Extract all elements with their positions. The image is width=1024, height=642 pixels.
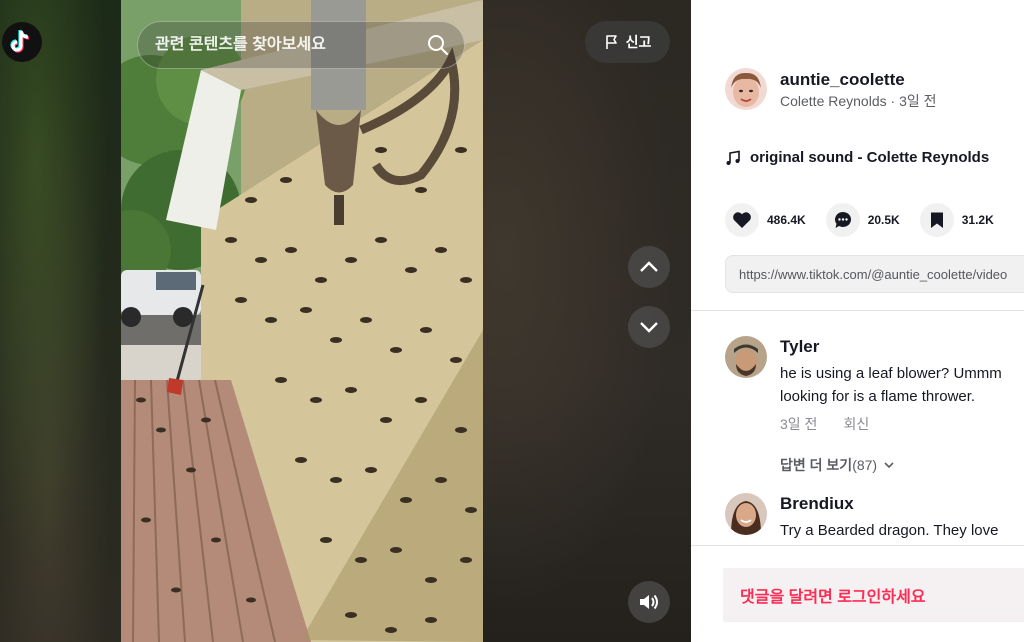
video-player[interactable] <box>121 0 483 642</box>
video-link-field[interactable]: https://www.tiktok.com/@auntie_coolette/… <box>725 255 1024 293</box>
bookmark-button[interactable] <box>919 203 954 237</box>
commenter-avatar[interactable] <box>725 493 767 535</box>
like-button[interactable] <box>725 203 759 237</box>
chevron-down-icon <box>640 322 658 333</box>
previous-video-button[interactable] <box>628 246 670 288</box>
comment-time: 3일 전 <box>780 416 818 432</box>
reply-button[interactable]: 회신 <box>843 414 869 434</box>
tiktok-logo[interactable] <box>2 22 42 62</box>
author-username[interactable]: auntie_coolette <box>780 69 937 91</box>
volume-icon <box>640 594 658 610</box>
music-note-icon <box>726 150 740 165</box>
post-time: 3일 전 <box>899 92 937 109</box>
tiktok-logo-icon <box>10 29 30 53</box>
video-frame <box>121 0 483 642</box>
commenter-avatar[interactable] <box>725 336 767 378</box>
author-info: auntie_coolette Colette Reynolds · 3일 전 <box>725 68 937 110</box>
comment-button[interactable] <box>825 203 860 237</box>
like-count: 486.4K <box>767 213 806 227</box>
chevron-up-icon <box>640 261 658 272</box>
author-subline: Colette Reynolds · 3일 전 <box>780 92 937 110</box>
save-count: 31.2K <box>961 213 994 227</box>
chevron-down-icon <box>884 462 894 469</box>
login-to-comment-button[interactable]: 댓글을 달려면 로그인하세요 <box>723 568 1024 622</box>
section-divider <box>691 310 1024 311</box>
comment-text-line: looking for is a flame thrower. <box>780 388 976 405</box>
comment-item: Brendiux Try a Bearded dragon. They love <box>725 493 998 542</box>
heart-icon <box>733 212 751 228</box>
video-stage: 신고 <box>0 0 691 642</box>
search-input[interactable] <box>155 36 426 54</box>
view-replies-button[interactable]: 답변 더 보기(87) <box>780 455 895 475</box>
author-avatar[interactable] <box>725 68 767 110</box>
meta-separator: · <box>886 92 900 109</box>
view-replies-label: 답변 더 보기 <box>780 457 853 473</box>
report-button[interactable]: 신고 <box>585 21 670 63</box>
commenter-name[interactable]: Tyler <box>780 336 1002 358</box>
flag-icon <box>605 35 617 49</box>
replies-count: (87) <box>852 457 878 473</box>
search-bar <box>137 21 465 69</box>
like-stat: 486.4K <box>725 203 806 237</box>
music-title: original sound - Colette Reynolds <box>750 149 990 166</box>
comment-count: 20.5K <box>867 213 900 227</box>
music-link[interactable]: original sound - Colette Reynolds <box>725 149 989 166</box>
report-label: 신고 <box>625 34 652 50</box>
comment-text-line: Try a Bearded dragon. They love <box>780 522 999 539</box>
next-video-button[interactable] <box>628 306 670 348</box>
engagement-stats: 486.4K 20.5K 31.2K <box>725 203 1014 237</box>
blurred-backdrop-left <box>0 0 121 642</box>
save-stat: 31.2K <box>919 203 994 237</box>
comment-text-line: he is using a leaf blower? Ummm <box>780 365 1002 382</box>
comment-item: Tyler he is using a leaf blower? Ummm lo… <box>725 336 1002 434</box>
commenter-name[interactable]: Brendiux <box>780 493 998 515</box>
author-display-name: Colette Reynolds <box>780 92 887 109</box>
bookmark-icon <box>930 212 943 228</box>
comment-icon <box>834 212 851 228</box>
details-panel: auntie_coolette Colette Reynolds · 3일 전 … <box>691 0 1024 642</box>
search-icon[interactable] <box>426 33 450 57</box>
comment-stat: 20.5K <box>825 203 900 237</box>
volume-button[interactable] <box>628 581 670 623</box>
